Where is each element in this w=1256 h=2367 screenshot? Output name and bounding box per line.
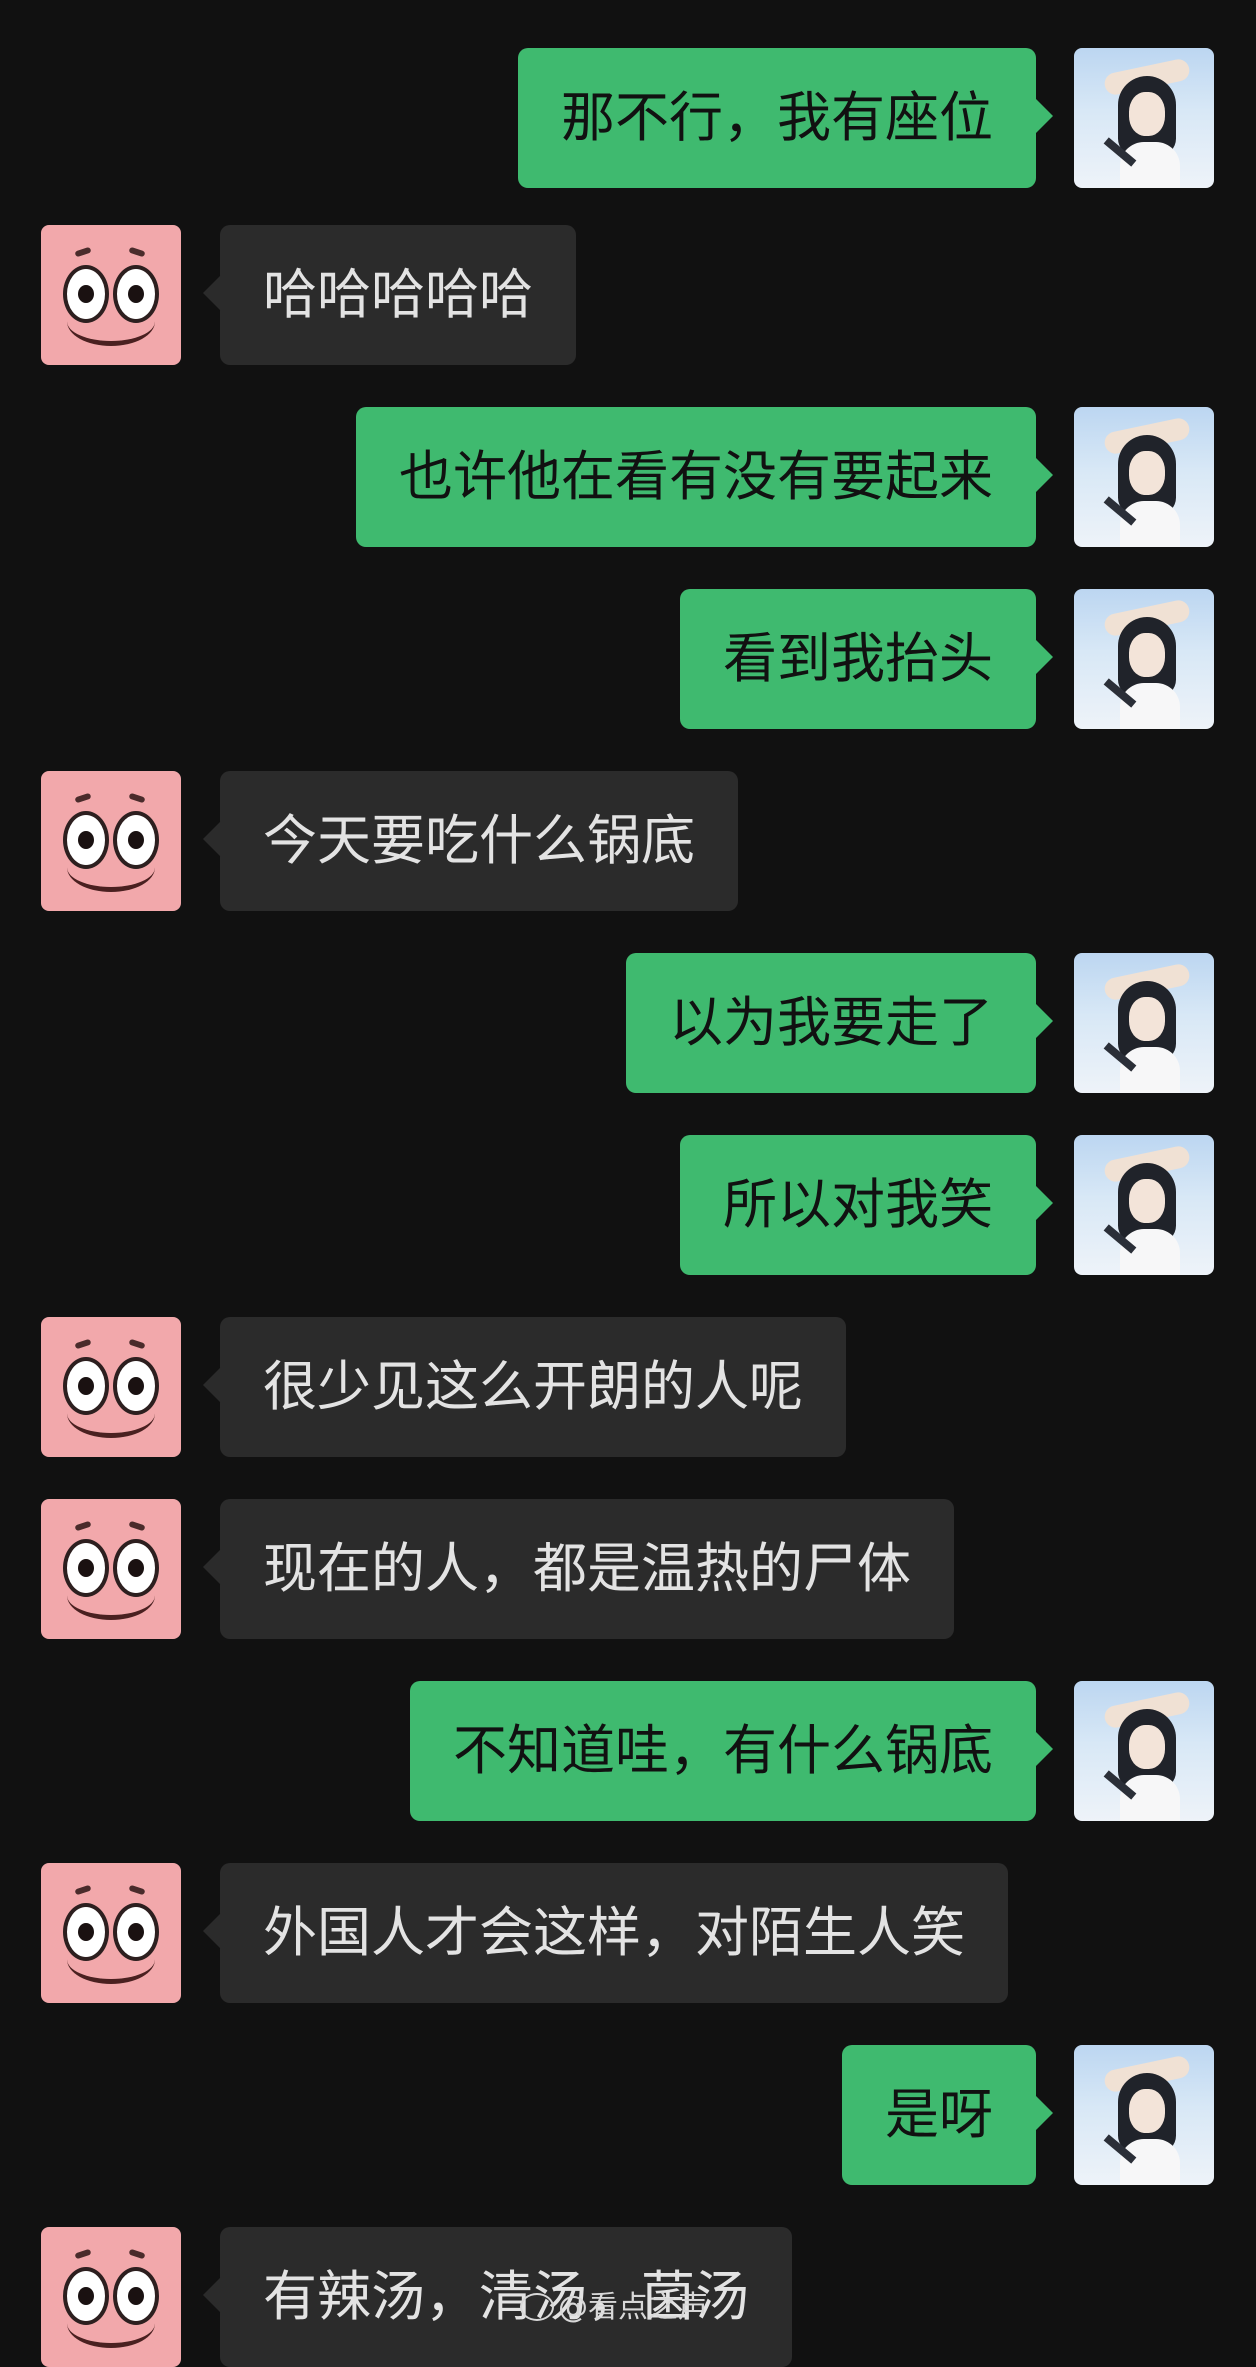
message-row-outgoing: 也许他在看有没有要起来 bbox=[0, 407, 1256, 547]
self-avatar[interactable] bbox=[1074, 48, 1214, 188]
message-text: 是呀 bbox=[885, 2083, 993, 2146]
message-row-incoming: 外国人才会这样，对陌生人笑 bbox=[0, 1863, 1256, 2003]
self-avatar[interactable] bbox=[1074, 1681, 1214, 1821]
bubble-tail bbox=[203, 821, 221, 857]
message-bubble-incoming[interactable]: 哈哈哈哈哈 bbox=[203, 225, 576, 365]
message-bubble-incoming[interactable]: 现在的人，都是温热的尸体 bbox=[203, 1499, 954, 1639]
self-avatar[interactable] bbox=[1074, 2045, 1214, 2185]
message-text: 很少见这么开朗的人呢 bbox=[263, 1355, 803, 1418]
chat-message-list[interactable]: 那不行，我有座位 哈哈哈哈哈 也许他在看有没有要起来 看到我抬头 今天要吃什么锅… bbox=[0, 0, 1256, 2367]
contact-avatar[interactable] bbox=[41, 771, 181, 911]
contact-avatar[interactable] bbox=[41, 1863, 181, 2003]
message-text: 现在的人，都是温热的尸体 bbox=[263, 1537, 911, 1600]
message-text: 外国人才会这样，对陌生人笑 bbox=[263, 1901, 965, 1964]
self-avatar[interactable] bbox=[1074, 953, 1214, 1093]
message-row-incoming: 今天要吃什么锅底 bbox=[0, 771, 1256, 911]
bubble-tail bbox=[1035, 639, 1053, 675]
contact-avatar[interactable] bbox=[41, 1499, 181, 1639]
message-text: 不知道哇，有什么锅底 bbox=[453, 1719, 993, 1782]
bubble-tail bbox=[203, 1367, 221, 1403]
bubble-tail bbox=[203, 2277, 221, 2313]
bubble-tail bbox=[203, 275, 221, 311]
message-bubble-incoming[interactable]: 很少见这么开朗的人呢 bbox=[203, 1317, 846, 1457]
bubble-tail bbox=[1035, 1185, 1053, 1221]
message-bubble-incoming[interactable]: 外国人才会这样，对陌生人笑 bbox=[203, 1863, 1008, 2003]
bubble-tail bbox=[1035, 457, 1053, 493]
bubble-tail bbox=[1035, 2095, 1053, 2131]
message-row-outgoing: 是呀 bbox=[0, 2045, 1256, 2185]
bubble-tail bbox=[203, 1549, 221, 1585]
contact-avatar[interactable] bbox=[41, 2227, 181, 2367]
message-bubble-outgoing[interactable]: 那不行，我有座位 bbox=[518, 48, 1053, 188]
message-row-outgoing: 看到我抬头 bbox=[0, 589, 1256, 729]
message-row-incoming: 很少见这么开朗的人呢 bbox=[0, 1317, 1256, 1457]
bubble-tail bbox=[1035, 1731, 1053, 1767]
weibo-watermark: @看点之声 bbox=[520, 2288, 708, 2328]
weibo-logo-icon bbox=[520, 2293, 554, 2321]
contact-avatar[interactable] bbox=[41, 1317, 181, 1457]
bubble-tail bbox=[1035, 98, 1053, 134]
message-row-incoming: 哈哈哈哈哈 bbox=[0, 225, 1256, 365]
contact-avatar[interactable] bbox=[41, 225, 181, 365]
message-bubble-incoming[interactable]: 今天要吃什么锅底 bbox=[203, 771, 738, 911]
watermark-text: @看点之声 bbox=[558, 2290, 708, 2325]
message-row-outgoing: 以为我要走了 bbox=[0, 953, 1256, 1093]
message-text: 也许他在看有没有要起来 bbox=[399, 445, 993, 508]
message-row-outgoing: 不知道哇，有什么锅底 bbox=[0, 1681, 1256, 1821]
message-text: 以为我要走了 bbox=[669, 991, 993, 1054]
message-row-incoming: 现在的人，都是温热的尸体 bbox=[0, 1499, 1256, 1639]
message-text: 那不行，我有座位 bbox=[561, 86, 993, 149]
self-avatar[interactable] bbox=[1074, 589, 1214, 729]
bubble-tail bbox=[203, 1913, 221, 1949]
self-avatar[interactable] bbox=[1074, 407, 1214, 547]
self-avatar[interactable] bbox=[1074, 1135, 1214, 1275]
message-bubble-outgoing[interactable]: 以为我要走了 bbox=[626, 953, 1053, 1093]
bubble-tail bbox=[1035, 1003, 1053, 1039]
message-text: 今天要吃什么锅底 bbox=[263, 809, 695, 872]
message-text: 看到我抬头 bbox=[723, 627, 993, 690]
message-text: 所以对我笑 bbox=[723, 1173, 993, 1236]
message-bubble-outgoing[interactable]: 看到我抬头 bbox=[680, 589, 1053, 729]
message-row-outgoing: 那不行，我有座位 bbox=[0, 48, 1256, 188]
message-row-outgoing: 所以对我笑 bbox=[0, 1135, 1256, 1275]
message-bubble-outgoing[interactable]: 不知道哇，有什么锅底 bbox=[410, 1681, 1053, 1821]
message-bubble-outgoing[interactable]: 也许他在看有没有要起来 bbox=[356, 407, 1053, 547]
message-bubble-outgoing[interactable]: 是呀 bbox=[842, 2045, 1053, 2185]
message-bubble-outgoing[interactable]: 所以对我笑 bbox=[680, 1135, 1053, 1275]
message-text: 哈哈哈哈哈 bbox=[263, 263, 533, 326]
